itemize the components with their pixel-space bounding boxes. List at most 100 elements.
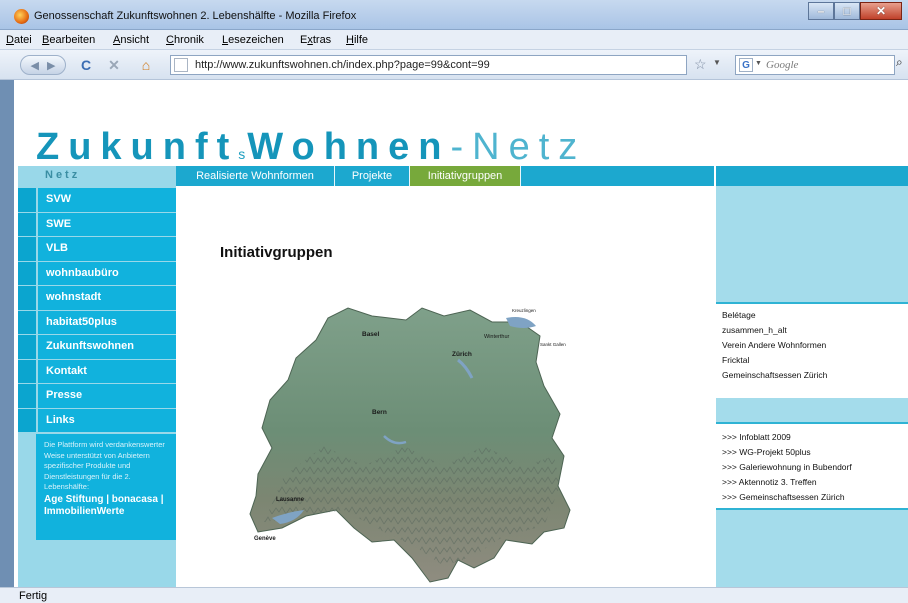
menu-lesezeichen[interactable]: Lesezeichen (222, 34, 284, 46)
maximize-icon: □ (843, 4, 851, 18)
back-icon[interactable]: ◀ (31, 59, 39, 72)
search-engine-icon[interactable]: G (739, 58, 753, 72)
side-nav: SVW SWE VLB wohnbaubüro wohnstadt habita… (18, 188, 176, 433)
nav-tab-marker (18, 237, 36, 261)
tab-projekte[interactable]: Projekte (335, 166, 410, 186)
right-link-beletage[interactable]: Belétage (722, 310, 756, 320)
stop-icon[interactable]: ✕ (104, 55, 124, 75)
menu-hilfe[interactable]: Hilfe (346, 34, 368, 46)
site-logo[interactable]: ZukunftsWohnen-Netz (36, 126, 586, 169)
nav-item-wohnstadt[interactable]: wohnstadt (18, 286, 176, 310)
menu-extras-label: tras (312, 34, 332, 46)
right-link-verein-andere-wohnformen[interactable]: Verein Andere Wohnformen (722, 340, 826, 350)
nav-item-label: Zukunftswohnen (38, 335, 176, 359)
tab-initiativgruppen[interactable]: Initiativgruppen (410, 166, 521, 186)
search-placeholder: Google (766, 59, 799, 71)
url-bar[interactable]: http://www.zukunftswohnen.ch/index.php?p… (170, 55, 687, 75)
map-label-sankt-gallen: Sankt Gallen (540, 342, 566, 347)
nav-item-vlb[interactable]: VLB (18, 237, 176, 261)
menu-ansicht-label: nsicht (120, 34, 150, 46)
map-label-winterthur: Winterthur (484, 334, 510, 340)
nav-item-label: Links (38, 408, 176, 432)
left-sidebar: Netz SVW SWE VLB wohnbaubüro wohnstadt h… (18, 166, 176, 587)
doc-link-aktennotiz-3-treffen[interactable]: >>> Aktennotiz 3. Treffen (722, 477, 817, 487)
map-label-lausanne: Lausanne (276, 497, 305, 503)
history-dropdown-icon[interactable]: ▼ (713, 58, 721, 67)
switzerland-map[interactable]: Basel Zürich Winterthur Bern Lausanne Ge… (244, 296, 574, 587)
logo-part-zukunft: Zukunft (36, 126, 239, 168)
nav-item-label: wohnstadt (38, 286, 176, 310)
minimize-button[interactable]: – (808, 2, 834, 20)
menu-extras[interactable]: Extras (300, 34, 331, 46)
menu-datei[interactable]: Datei (6, 34, 32, 46)
menu-bearbeiten-label: earbeiten (49, 34, 96, 46)
menu-bar: Datei Bearbeiten Ansicht Chronik Lesezei… (0, 30, 908, 50)
sponsor-box: Die Plattform wird verdankenswerter Weis… (36, 434, 176, 540)
nav-tab-marker (18, 335, 36, 359)
map-label-zurich: Zürich (452, 351, 472, 358)
nav-item-links[interactable]: Links (18, 408, 176, 432)
page-icon (174, 58, 188, 72)
search-engine-dropdown-icon[interactable]: ▼ (755, 60, 762, 67)
page-viewport: ZukunftsWohnen-Netz Netz SVW SWE VLB woh… (14, 80, 908, 587)
page-title: Initiativgruppen (220, 244, 333, 261)
nav-tab-marker (18, 310, 36, 334)
nav-tab-marker (18, 212, 36, 236)
nav-item-label: VLB (38, 237, 176, 261)
nav-item-wohnbaubuero[interactable]: wohnbaubüro (18, 261, 176, 285)
nav-item-presse[interactable]: Presse (18, 384, 176, 408)
right-link-gemeinschaftsessen-zuerich[interactable]: Gemeinschaftsessen Zürich (722, 370, 827, 380)
nav-item-label: SVW (38, 188, 176, 212)
logo-part-wohnen: Wohnen (247, 126, 451, 168)
nav-item-kontakt[interactable]: Kontakt (18, 359, 176, 383)
logo-part-dash: - (450, 126, 473, 168)
menu-bearbeiten[interactable]: Bearbeiten (42, 34, 95, 46)
bookmark-star-icon[interactable]: ☆ (694, 56, 707, 73)
nav-item-swe[interactable]: SWE (18, 212, 176, 236)
menu-chronik-label: hronik (173, 34, 204, 46)
menu-chronik-accel: C (166, 34, 174, 46)
reload-icon[interactable]: C (76, 55, 96, 75)
menu-chronik[interactable]: Chronik (166, 34, 204, 46)
tab-realisierte-wohnformen[interactable]: Realisierte Wohnformen (176, 166, 335, 186)
nav-item-zukunftswohnen[interactable]: Zukunftswohnen (18, 335, 176, 359)
close-icon: ✕ (875, 4, 887, 18)
nav-item-habitat50plus[interactable]: habitat50plus (18, 310, 176, 334)
net-heading-label: Netz (45, 169, 81, 181)
nav-item-label: wohnbaubüro (38, 261, 176, 285)
map-label-kreuzlingen: Kreuzlingen (512, 308, 536, 313)
doc-link-galeriewohnung-bubendorf[interactable]: >>> Galeriewohnung in Bubendorf (722, 462, 852, 472)
net-heading: Netz (36, 166, 176, 186)
doc-link-infoblatt-2009[interactable]: >>> Infoblatt 2009 (722, 432, 791, 442)
maximize-button[interactable]: □ (834, 2, 860, 20)
nav-item-label: Presse (38, 384, 176, 408)
right-link-fricktal[interactable]: Fricktal (722, 355, 749, 365)
forward-icon[interactable]: ▶ (47, 59, 55, 72)
firefox-logo-icon (14, 9, 29, 24)
nav-tab-marker (18, 359, 36, 383)
search-bar[interactable]: G ▼ Google (735, 55, 895, 75)
nav-tab-marker (18, 408, 36, 432)
nav-item-svw[interactable]: SVW (18, 188, 176, 212)
menu-lesezeichen-label: esezeichen (228, 34, 284, 46)
minimize-icon: – (817, 4, 825, 18)
search-go-icon[interactable]: ⌕ (896, 55, 903, 70)
close-window-button[interactable]: ✕ (860, 2, 902, 20)
doc-link-wg-projekt-50plus[interactable]: >>> WG-Projekt 50plus (722, 447, 811, 457)
map-label-bern: Bern (372, 409, 387, 416)
map-label-basel: Basel (362, 331, 380, 338)
doc-link-gemeinschaftsessen-zuerich[interactable]: >>> Gemeinschaftsessen Zürich (722, 492, 845, 502)
window-title: Genossenschaft Zukunftswohnen 2. Lebensh… (34, 10, 357, 22)
window-titlebar[interactable]: Genossenschaft Zukunftswohnen 2. Lebensh… (0, 0, 908, 30)
home-icon[interactable]: ⌂ (136, 55, 156, 75)
sponsor-links[interactable]: Age Stiftung | bonacasa | ImmobilienWert… (44, 494, 170, 518)
right-link-zusammen-h-alt[interactable]: zusammen_h_alt (722, 325, 787, 335)
nav-tab-marker (18, 286, 36, 310)
nav-item-label: Kontakt (38, 359, 176, 383)
top-bar-divider (714, 166, 716, 186)
navigation-toolbar: ◀ ▶ C ✕ ⌂ http://www.zukunftswohnen.ch/i… (0, 50, 908, 80)
menu-ansicht[interactable]: Ansicht (113, 34, 149, 46)
logo-part-netz: Netz (472, 126, 587, 168)
menu-datei-label: atei (13, 34, 32, 46)
menu-datei-accel: D (6, 34, 14, 46)
